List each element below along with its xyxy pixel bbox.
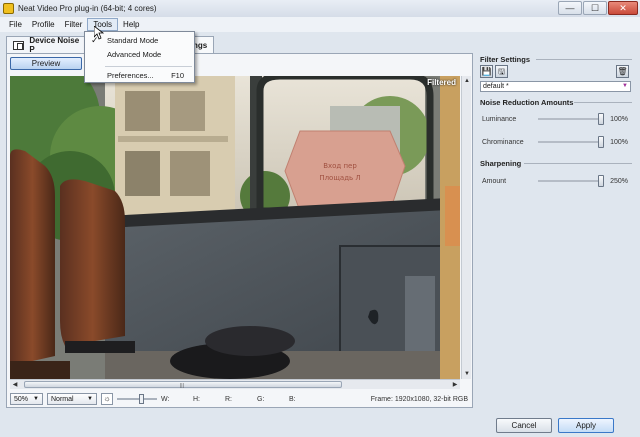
video-frame-image: Вход пер Площадь Л — [10, 76, 460, 379]
luminance-slider[interactable] — [538, 113, 604, 125]
chrominance-slider-knob[interactable] — [598, 136, 604, 148]
preferences-label: Preferences... — [107, 71, 154, 80]
title-bar: Neat Video Pro plug-in (64-bit; 4 cores)… — [0, 0, 640, 17]
menu-help[interactable]: Help — [118, 19, 144, 30]
preview-panel: Preview Вход пер Площадь Л Filtered ▲ ▼ … — [6, 53, 473, 408]
height-readout: H: — [193, 395, 200, 403]
scroll-down-icon[interactable]: ▼ — [463, 370, 471, 378]
menu-item-preferences[interactable]: Preferences... F10 — [85, 69, 194, 82]
view-mode-select[interactable]: Normal ▼ — [47, 393, 97, 405]
blue-readout: B: — [289, 395, 296, 403]
chevron-down-icon: ▼ — [622, 83, 628, 89]
advanced-mode-label: Advanced Mode — [107, 50, 162, 59]
grip-icon: ||| — [180, 383, 184, 389]
zoom-select[interactable]: 50% ▼ — [10, 393, 43, 405]
scroll-left-icon[interactable]: ◀ — [11, 381, 19, 389]
chrominance-value: 100% — [610, 138, 628, 146]
sharpening-amount-slider-knob[interactable] — [598, 175, 604, 187]
app-icon — [3, 3, 14, 14]
preset-value: default * — [483, 83, 509, 90]
preview-button[interactable]: Preview — [10, 57, 82, 70]
vertical-scrollbar[interactable]: ▲ ▼ — [461, 76, 471, 379]
maximize-button[interactable]: ☐ — [583, 1, 607, 15]
filtered-label: Filtered — [427, 78, 456, 87]
frame-info: Frame: 1920x1080, 32-bit RGB — [370, 395, 468, 403]
exposure-slider[interactable] — [117, 393, 157, 405]
sharpening-amount-slider[interactable] — [538, 175, 604, 187]
red-readout: R: — [225, 395, 232, 403]
horizontal-scroll-thumb[interactable]: ||| — [24, 381, 342, 389]
close-button[interactable]: ✕ — [608, 1, 638, 15]
menu-filter[interactable]: Filter — [60, 19, 88, 30]
tab-device-noise-label: Device Noise P — [29, 36, 80, 54]
menu-profile[interactable]: Profile — [27, 19, 60, 30]
luminance-slider-knob[interactable] — [598, 113, 604, 125]
chrominance-row: Chrominance 100% — [482, 136, 632, 148]
tab-filter-settings-label: ngs — [193, 40, 208, 50]
noise-reduction-title: Noise Reduction Amounts — [480, 98, 574, 107]
width-readout: W: — [161, 395, 170, 403]
green-readout: G: — [257, 395, 265, 403]
window-controls: — ☐ ✕ — [558, 1, 638, 15]
preferences-shortcut: F10 — [171, 71, 184, 80]
video-preview[interactable]: Вход пер Площадь Л Filtered — [10, 76, 460, 379]
chrominance-slider[interactable] — [538, 136, 604, 148]
window-title: Neat Video Pro plug-in (64-bit; 4 cores) — [18, 4, 157, 13]
save-preset-icon[interactable]: 💾 — [480, 65, 493, 78]
view-mode-value: Normal — [51, 395, 74, 403]
exposure-icon[interactable]: ☼ — [101, 393, 113, 405]
exposure-slider-knob[interactable] — [139, 394, 144, 404]
zoom-value: 50% — [14, 395, 29, 403]
menu-file[interactable]: File — [4, 19, 27, 30]
apply-button[interactable]: Apply — [558, 418, 614, 433]
menu-separator — [105, 66, 192, 67]
camera-icon — [13, 40, 25, 50]
sharpening-amount-value: 250% — [610, 177, 628, 185]
sharpening-amount-row: Amount 250% — [482, 175, 632, 187]
tab-device-noise-profile[interactable]: Device Noise P — [6, 36, 90, 54]
scroll-up-icon[interactable]: ▲ — [463, 77, 471, 85]
sign-text-line1: Вход пер — [323, 162, 357, 170]
menu-item-advanced-mode[interactable]: Advanced Mode — [85, 48, 194, 61]
standard-mode-label: Standard Mode — [107, 36, 159, 45]
cancel-button[interactable]: Cancel — [496, 418, 552, 433]
luminance-value: 100% — [610, 115, 628, 123]
delete-preset-icon[interactable]: 🗑 — [616, 65, 629, 78]
sharpening-amount-label: Amount — [482, 177, 507, 185]
filter-settings-title: Filter Settings — [480, 55, 531, 64]
chevron-down-icon: ▼ — [87, 396, 93, 402]
filter-settings-panel: Filter Settings 💾 🖫 🗑 default * ▼ Noise … — [476, 53, 634, 408]
status-bar: 50% ▼ Normal ▼ ☼ W: H: R: G: B: Frame: 1… — [7, 391, 472, 407]
chevron-down-icon: ▼ — [33, 396, 39, 402]
scroll-right-icon[interactable]: ▶ — [451, 381, 459, 389]
sharpening-title: Sharpening — [480, 159, 522, 168]
sign-text-line2: Площадь Л — [319, 174, 360, 182]
minimize-button[interactable]: — — [558, 1, 582, 15]
mouse-cursor-icon — [94, 26, 104, 40]
save-as-preset-icon[interactable]: 🖫 — [495, 65, 508, 78]
preset-select[interactable]: default * ▼ — [480, 81, 631, 92]
luminance-label: Luminance — [482, 115, 517, 123]
chrominance-label: Chrominance — [482, 138, 524, 146]
luminance-row: Luminance 100% — [482, 113, 632, 125]
horizontal-scrollbar[interactable]: ◀ ||| ▶ — [10, 379, 460, 389]
